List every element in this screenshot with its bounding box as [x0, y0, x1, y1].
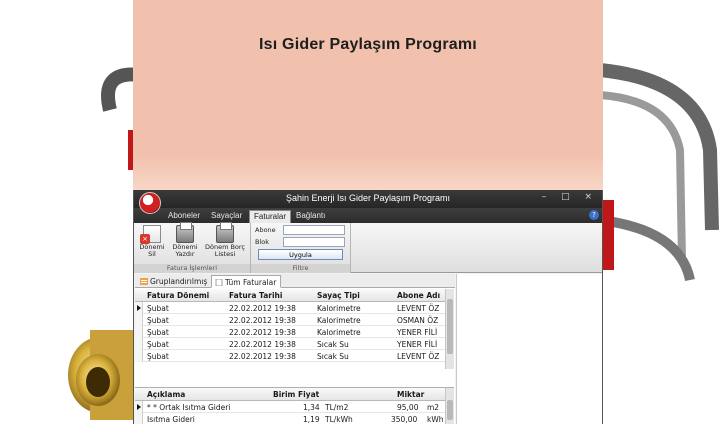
table-row[interactable]: Şubat 22.02.2012 19:38 Sıcak Su YENER Fİ… — [135, 338, 454, 350]
scrollbar-thumb[interactable] — [447, 299, 453, 354]
table-row[interactable]: Isıtma Gideri 1,19 TL/kWh 350,00 kWh — [135, 413, 454, 424]
printer-icon — [176, 222, 194, 243]
current-row-indicator-icon — [135, 401, 143, 413]
banner-title: Isı Gider Paylaşım Programı — [259, 36, 477, 53]
delete-period-button[interactable]: × Dönemi Sil — [136, 225, 168, 258]
table-row[interactable]: Şubat 22.02.2012 19:38 Kalorimetre LEVEN… — [135, 302, 454, 314]
tab-grouped[interactable]: Gruplandırılmış — [137, 275, 211, 288]
empty-right-panel — [456, 274, 602, 424]
grid-subtabs: Gruplandırılmış Tüm Faturalar — [135, 274, 455, 288]
ribbon-panel: × Dönemi Sil Dönemi Yazdır Dönem Borç Li… — [134, 222, 602, 273]
app-window: Şahin Enerji Isı Gider Paylaşım Programı… — [133, 190, 603, 424]
col-aciklama[interactable]: Açıklama — [147, 390, 185, 399]
col-fatura-tarihi[interactable]: Fatura Tarihi — [229, 291, 282, 300]
tab-all-invoices[interactable]: Tüm Faturalar — [211, 275, 282, 288]
printer-icon — [216, 222, 234, 243]
invoices-header: Fatura Dönemi Fatura Tarihi Sayaç Tipi A… — [135, 289, 454, 302]
tab-baglanti[interactable]: Bağlantı — [292, 210, 329, 223]
col-abone-adi[interactable]: Abone Adı — [397, 291, 440, 300]
header-banner: Isı Gider Paylaşım Programı — [133, 0, 603, 190]
help-icon[interactable]: ? — [589, 210, 599, 220]
period-debt-list-button[interactable]: Dönem Borç Listesi — [202, 222, 248, 258]
apply-filter-button[interactable]: Uygula — [258, 249, 343, 260]
window-titlebar: Şahin Enerji Isı Gider Paylaşım Programı… — [134, 190, 602, 208]
invoices-table: Fatura Dönemi Fatura Tarihi Sayaç Tipi A… — [135, 289, 454, 369]
maximize-icon[interactable]: □ — [561, 192, 576, 202]
current-row-indicator-icon — [135, 302, 143, 314]
ribbon-tabs: Aboneler Sayaçlar Faturalar Bağlantı ? — [134, 208, 602, 223]
app-logo-icon[interactable] — [139, 192, 161, 214]
table-row[interactable]: Şubat 22.02.2012 19:38 Sıcak Su LEVENT Ö… — [135, 350, 454, 362]
details-table: Açıklama Birim Fiyat Miktar * * Ortak Is… — [135, 387, 454, 424]
scrollbar-thumb[interactable] — [447, 400, 453, 420]
abone-label: Abone — [255, 226, 276, 234]
document-icon — [215, 279, 223, 286]
table-row[interactable]: Şubat 22.02.2012 19:38 Kalorimetre YENER… — [135, 326, 454, 338]
print-period-button[interactable]: Dönemi Yazdır — [169, 222, 201, 258]
invoices-scrollbar[interactable] — [445, 289, 454, 369]
invoice-operations-group: × Dönemi Sil Dönemi Yazdır Dönem Borç Li… — [134, 222, 251, 273]
blok-input[interactable] — [283, 237, 345, 247]
table-row[interactable]: * * Ortak Isıtma Gideri 1,34 TL/m2 95,00… — [135, 401, 454, 413]
delete-doc-icon: × — [140, 225, 161, 244]
abone-input[interactable] — [283, 225, 345, 235]
grouped-list-icon — [140, 278, 148, 285]
minimize-icon[interactable]: – — [542, 192, 553, 202]
col-fatura-donemi[interactable]: Fatura Dönemi — [147, 291, 209, 300]
close-icon[interactable]: × — [584, 192, 598, 202]
tab-faturalar[interactable]: Faturalar — [249, 210, 292, 223]
table-row[interactable]: Şubat 22.02.2012 19:38 Kalorimetre OSMAN… — [135, 314, 454, 326]
col-miktar[interactable]: Miktar — [397, 390, 424, 399]
details-header: Açıklama Birim Fiyat Miktar — [135, 388, 454, 401]
col-birim-fiyat[interactable]: Birim Fiyat — [273, 390, 319, 399]
col-sayac-tipi[interactable]: Sayaç Tipi — [317, 291, 360, 300]
invoice-grid-pane: Gruplandırılmış Tüm Faturalar Fatura Dön… — [135, 274, 455, 424]
filter-group: Abone Blok Uygula Filtre — [251, 223, 351, 273]
details-scrollbar[interactable] — [445, 388, 454, 424]
blok-label: Blok — [255, 238, 270, 246]
invoice-group-caption: Fatura İşlemleri — [134, 264, 250, 273]
window-controls: – □ × — [542, 192, 598, 202]
filter-group-caption: Filtre — [251, 264, 350, 273]
window-title: Şahin Enerji Isı Gider Paylaşım Programı — [285, 193, 451, 203]
